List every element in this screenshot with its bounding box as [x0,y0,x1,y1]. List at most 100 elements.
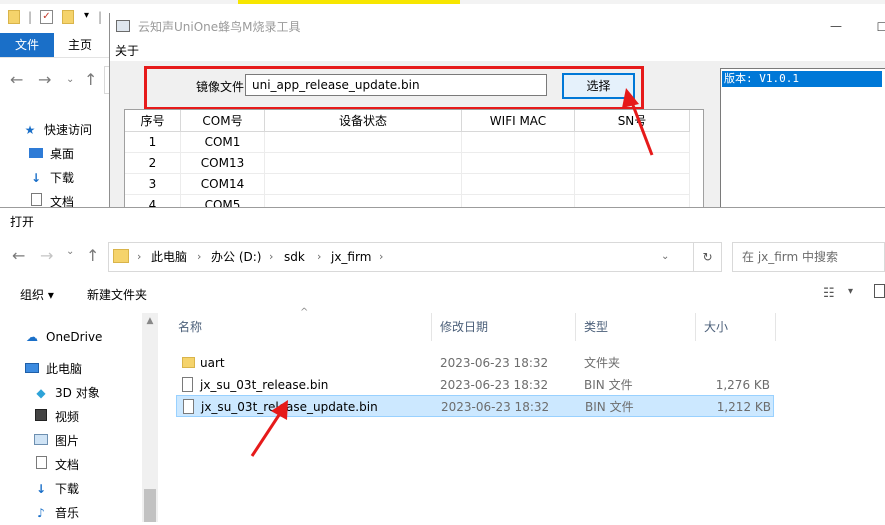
nav-item-3d-objects[interactable]: ◆ 3D 对象 [33,381,100,405]
file-row-selected[interactable]: jx_su_03t_release_update.bin 2023-06-23 … [176,395,774,417]
file-type: BIN 文件 [585,400,634,414]
scroll-up-icon[interactable]: ▲ [142,316,158,326]
view-options-icon[interactable]: ☷ [823,286,835,301]
column-header-name[interactable]: 名称 [170,313,432,341]
grid-header[interactable]: SN号 [575,110,690,132]
dialog-title: 打开 [10,215,35,229]
tree-item-desktop[interactable]: 桌面 [28,143,74,165]
file-date: 2023-06-23 18:32 [440,378,549,392]
breadcrumb-item[interactable]: 办公 (D:) [211,243,261,271]
column-header-date[interactable]: 修改日期 [432,313,576,341]
grid-header[interactable]: COM号 [181,110,265,132]
image-file-field[interactable]: uni_app_release_update.bin [245,74,547,96]
column-header-type[interactable]: 类型 [576,313,696,341]
folder-icon [182,357,195,368]
chevron-right-icon[interactable]: › [269,243,273,271]
select-button[interactable]: 选择 [562,73,635,99]
new-folder-icon[interactable] [62,10,74,24]
tool-title: 云知声UniOne蜂鸟M烧录工具 [138,20,301,34]
tree-item-downloads[interactable]: ↓ 下载 [28,167,74,189]
nav-item-videos[interactable]: 视频 [33,405,79,429]
open-file-dialog: 打开 ← → ⌄ ↑ › 此电脑 › 办公 (D:) › sdk › jx_fi… [0,207,885,522]
nav-item-label: 文档 [55,458,80,472]
file-row[interactable]: uart 2023-06-23 18:32 文件夹 [176,352,774,374]
nav-item-label: 图片 [55,434,80,448]
tree-item-quick-access[interactable]: ★ 快速访问 [22,119,92,141]
recent-chevron-icon[interactable]: ⌄ [66,74,74,85]
cloud-icon: ☁ [26,330,38,344]
file-size: 1,212 KB [716,400,771,414]
file-list[interactable]: ^ 名称 修改日期 类型 大小 uart 2023-06-23 18:32 文件… [170,307,885,522]
nav-item-label: 音乐 [55,506,80,520]
grid-cell-com: COM1 [181,132,265,153]
grid-cell-com: COM14 [181,174,265,195]
maximize-icon[interactable]: ☐ [872,13,885,41]
tree-label: 快速访问 [44,123,93,137]
computer-icon [24,357,40,381]
chevron-right-icon[interactable]: › [379,243,383,271]
column-header-size[interactable]: 大小 [696,313,776,341]
nav-item-music[interactable]: ♪ 音乐 [33,501,79,525]
address-bar[interactable]: › 此电脑 › 办公 (D:) › sdk › jx_firm › ⌄ ↻ [108,242,722,272]
menu-about[interactable]: 关于 [115,41,139,61]
nav-item-pictures[interactable]: 图片 [33,429,79,453]
grid-cell-index: 3 [125,174,181,195]
chevron-right-icon[interactable]: › [137,243,141,271]
grid-cell-mac [462,153,575,174]
nav-item-documents[interactable]: 文档 [33,453,79,477]
forward-arrow-icon[interactable]: → [40,246,53,265]
grid-cell-status [265,174,462,195]
dialog-toolbar: 组织 ▾ 新建文件夹 ☷ ▾ [0,280,885,310]
back-arrow-icon[interactable]: ← [12,246,25,265]
cube-icon: ◆ [36,386,46,400]
nav-scrollbar-thumb[interactable] [144,489,156,522]
file-tab[interactable]: 文件 [0,33,54,57]
breadcrumb-item[interactable]: jx_firm [331,243,371,271]
grid-cell-sn [575,174,690,195]
file-type: BIN 文件 [584,378,633,392]
refresh-icon[interactable]: ↻ [693,243,721,271]
grid-cell-status [265,153,462,174]
grid-cell-mac [462,132,575,153]
device-grid[interactable]: 序号 COM号 设备状态 WIFI MAC SN号 1 COM1 2 COM13… [124,109,704,213]
file-name: jx_su_03t_release.bin [200,378,329,392]
properties-icon[interactable]: ✓ [40,10,53,24]
back-arrow-icon[interactable]: ← [10,70,23,89]
folder-icon[interactable] [8,10,20,24]
up-arrow-icon[interactable]: ↑ [84,70,97,89]
file-date: 2023-06-23 18:32 [440,356,549,370]
nav-item-label: 3D 对象 [55,386,100,400]
version-panel[interactable]: 版本: V1.0.1 [720,68,885,213]
music-icon: ♪ [37,506,45,520]
separator-icon: | [98,10,103,24]
chevron-right-icon[interactable]: › [317,243,321,271]
nav-item-label: OneDrive [46,330,103,344]
chevron-down-icon[interactable]: ⌄ [661,243,669,271]
nav-item-onedrive[interactable]: ☁ OneDrive [24,325,102,349]
navigation-pane[interactable]: ☁ OneDrive 此电脑 ◆ 3D 对象 视频 图片 文档 ↓ 下载 ♪ 音乐 ▲ [0,313,158,522]
file-name: jx_su_03t_release_update.bin [201,400,378,414]
chevron-down-icon[interactable]: ▾ [848,286,853,297]
grid-header[interactable]: WIFI MAC [462,110,575,132]
nav-item-downloads[interactable]: ↓ 下载 [33,477,79,501]
search-input[interactable]: 在 jx_firm 中搜索 [732,242,885,272]
folder-icon [113,249,129,263]
up-arrow-icon[interactable]: ↑ [86,246,99,265]
chevron-right-icon[interactable]: › [197,243,201,271]
forward-arrow-icon[interactable]: → [38,70,51,89]
nav-item-label: 视频 [55,410,80,424]
video-icon [33,405,49,429]
new-folder-button[interactable]: 新建文件夹 [87,286,147,304]
nav-item-this-pc[interactable]: 此电脑 [24,357,82,381]
breadcrumb-item[interactable]: 此电脑 [151,243,187,271]
grid-header[interactable]: 设备状态 [265,110,462,132]
customize-toolbar-icon[interactable]: ▾ [84,10,89,21]
breadcrumb-item[interactable]: sdk [284,243,305,271]
file-row[interactable]: jx_su_03t_release.bin 2023-06-23 18:32 B… [176,374,774,396]
home-tab[interactable]: 主页 [58,33,102,57]
minimize-icon[interactable]: — [821,13,851,41]
recent-chevron-icon[interactable]: ⌄ [66,246,74,257]
preview-pane-icon[interactable] [874,284,885,298]
organize-button[interactable]: 组织 ▾ [20,286,54,304]
grid-header[interactable]: 序号 [125,110,181,132]
